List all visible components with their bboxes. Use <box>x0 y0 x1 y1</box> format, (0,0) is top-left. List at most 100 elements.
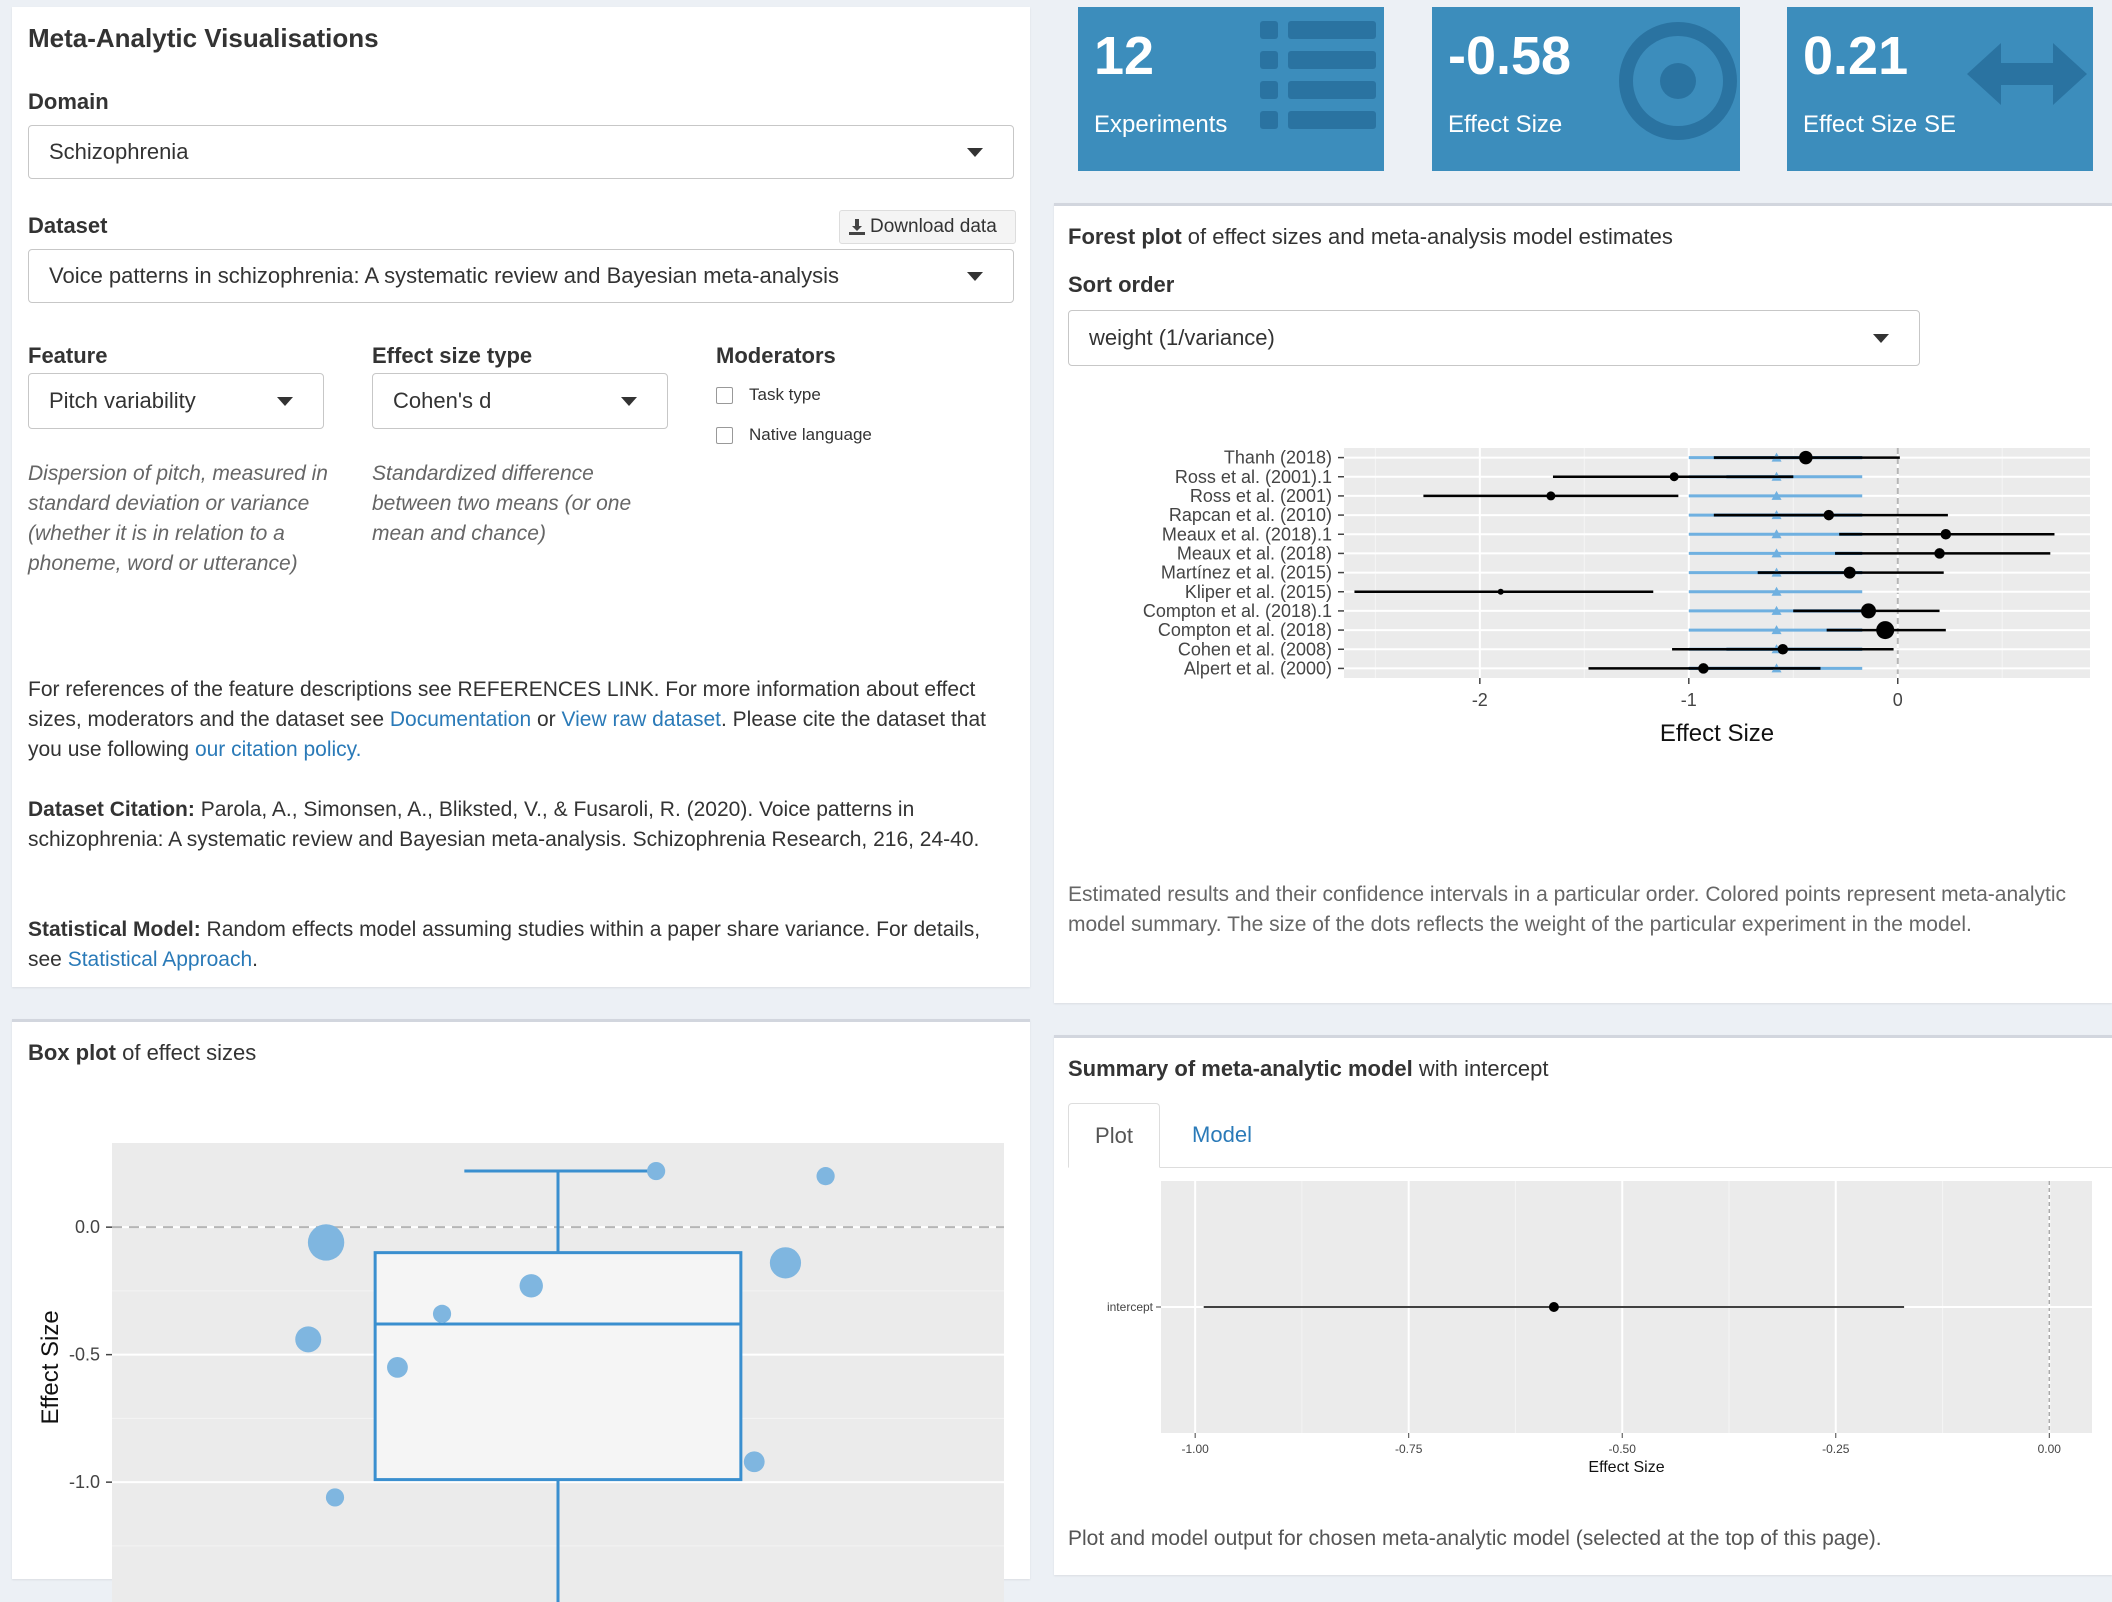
effect-size-se-value: 0.21 <box>1803 26 1909 86</box>
dataset-label: Dataset <box>28 213 108 238</box>
moderator-checkbox-task-type[interactable]: Task type <box>716 385 821 405</box>
forest-x-tick-label: -2 <box>1472 690 1488 710</box>
forest-plot-panel: Forest plot of effect sizes and meta-ana… <box>1054 203 2112 1003</box>
tab-model[interactable]: Model <box>1172 1103 1272 1167</box>
forest-study-label: Thanh (2018) <box>1224 448 1332 468</box>
summary-x-tick-label: 0.00 <box>2038 1442 2062 1456</box>
download-data-button[interactable]: Download data <box>839 210 1016 244</box>
forest-study-point <box>1860 603 1876 619</box>
feature-select[interactable]: Pitch variability <box>28 373 324 429</box>
moderator-label: Native language <box>749 425 872 444</box>
box-data-point <box>519 1274 543 1298</box>
box-data-point <box>307 1224 345 1261</box>
value-box-experiments: 12 Experiments <box>1078 7 1384 171</box>
box-data-point <box>769 1247 802 1279</box>
forest-study-point <box>1934 548 1945 559</box>
value-box-effect-size: -0.58 Effect Size <box>1432 7 1740 171</box>
forest-study-label: Rapcan et al. (2010) <box>1169 505 1332 525</box>
domain-select[interactable]: Schizophrenia <box>28 125 1014 179</box>
effect-size-type-select[interactable]: Cohen's d <box>372 373 668 429</box>
summary-x-axis-label: Effect Size <box>1588 1459 1664 1476</box>
forest-study-point <box>1843 566 1856 579</box>
box-plot-title: Box plot of effect sizes <box>28 1040 256 1066</box>
forest-x-axis-label: Effect Size <box>1660 720 1774 747</box>
chevron-down-icon <box>1873 334 1889 343</box>
feature-label: Feature <box>28 343 108 368</box>
summary-title-bold: Summary of meta-analytic model <box>1068 1056 1413 1081</box>
checkbox[interactable] <box>716 426 733 444</box>
dataset-select[interactable]: Voice patterns in schizophrenia: A syste… <box>28 249 1014 303</box>
bullseye-icon <box>1619 22 1737 140</box>
summary-caption: Plot and model output for chosen meta-an… <box>1068 1527 1882 1550</box>
sort-order-label: Sort order <box>1068 272 1175 297</box>
statistical-approach-link[interactable]: Statistical Approach <box>68 948 252 971</box>
tab-plot[interactable]: Plot <box>1068 1103 1160 1168</box>
box-y-tick-label: -1.0 <box>69 1472 100 1492</box>
forest-study-label: Compton et al. (2018).1 <box>1143 601 1332 621</box>
moderators-label: Moderators <box>716 343 836 368</box>
statistical-model-label: Statistical Model: <box>28 918 201 941</box>
box-y-axis-label: Effect Size <box>37 1310 64 1424</box>
forest-study-point <box>1669 472 1679 482</box>
experiments-count: 12 <box>1094 26 1155 86</box>
sort-order-value: weight (1/variance) <box>1089 325 1275 350</box>
moderator-checkbox-native-language[interactable]: Native language <box>716 425 872 445</box>
forest-study-point <box>1799 450 1813 465</box>
checkbox[interactable] <box>716 386 733 404</box>
experiments-caption: Experiments <box>1094 111 1228 138</box>
box-data-point <box>432 1304 452 1323</box>
forest-study-label: Alpert et al. (2000) <box>1184 658 1332 678</box>
download-data-label: Download data <box>870 216 997 237</box>
statistical-model-end: . <box>252 948 258 971</box>
forest-study-label: Meaux et al. (2018).1 <box>1162 524 1332 544</box>
forest-caption: Estimated results and their confidence i… <box>1068 883 2067 936</box>
forest-study-label: Meaux et al. (2018) <box>1177 543 1332 563</box>
forest-x-tick-label: 0 <box>1893 690 1903 710</box>
effect-size-type-description: Standardized difference between two mean… <box>372 462 632 545</box>
citation-policy-link[interactable]: our citation policy. <box>195 738 362 761</box>
forest-title-rest: of effect sizes and meta-analysis model … <box>1181 224 1673 249</box>
forest-study-point <box>1823 509 1835 521</box>
moderator-label: Task type <box>749 385 821 404</box>
statistical-model: Statistical Model: Random effects model … <box>28 915 1018 975</box>
box-data-point <box>743 1451 765 1473</box>
box-plot: 0.0 -0.5 -1.0 Effect Size <box>37 1143 1004 1602</box>
box-plot-panel: Box plot of effect sizes 0.0 -0.5 -1.0 Effe… <box>12 1019 1030 1602</box>
forest-x-tick-label: -1 <box>1681 690 1697 710</box>
list-icon <box>1260 21 1376 129</box>
effect-size-type-value: Cohen's d <box>393 388 492 413</box>
chevron-down-icon <box>277 397 293 406</box>
forest-study-label: Cohen et al. (2008) <box>1178 639 1332 659</box>
summary-y-tick-label: intercept <box>1107 1300 1154 1314</box>
references-paragraph: For references of the feature descriptio… <box>28 675 1018 765</box>
view-raw-dataset-link[interactable]: View raw dataset <box>561 708 721 731</box>
documentation-link[interactable]: Documentation <box>390 708 531 731</box>
box-y-tick-label: -0.5 <box>69 1345 100 1365</box>
summary-title-rest: with intercept <box>1412 1056 1549 1081</box>
panel-title: Meta-Analytic Visualisations <box>28 23 379 53</box>
box-data-point <box>816 1167 835 1186</box>
forest-study-label: Kliper et al. (2015) <box>1185 582 1332 602</box>
chevron-down-icon <box>967 272 983 281</box>
dataset-select-value: Voice patterns in schizophrenia: A syste… <box>49 263 839 288</box>
forest-study-point <box>1940 529 1952 540</box>
feature-description: Dispersion of pitch, measured in standar… <box>28 462 328 575</box>
forest-title: Forest plot of effect sizes and meta-ana… <box>1068 224 1673 250</box>
box-data-point <box>325 1488 345 1507</box>
forest-study-label: Compton et al. (2018) <box>1158 620 1332 640</box>
domain-label: Domain <box>28 89 109 114</box>
forest-study-point <box>1497 588 1504 595</box>
box-data-point <box>647 1161 666 1181</box>
domain-select-value: Schizophrenia <box>49 139 189 164</box>
arrows-h-icon <box>1967 43 2087 105</box>
summary-x-tick-label: -0.75 <box>1395 1442 1423 1456</box>
forest-plot: Thanh (2018)Ross et al. (2001).1Ross et … <box>1143 448 2090 747</box>
download-icon <box>849 219 865 235</box>
chevron-down-icon <box>967 148 983 157</box>
forest-plot-background <box>1344 448 2090 678</box>
controls-panel: Meta-Analytic Visualisations Domain Schi… <box>12 7 1030 987</box>
summary-x-tick-label: -1.00 <box>1181 1442 1209 1456</box>
box-plot-title-rest: of effect sizes <box>116 1040 257 1065</box>
sort-order-select[interactable]: weight (1/variance) <box>1068 310 1920 366</box>
forest-study-label: Ross et al. (2001) <box>1190 486 1332 506</box>
